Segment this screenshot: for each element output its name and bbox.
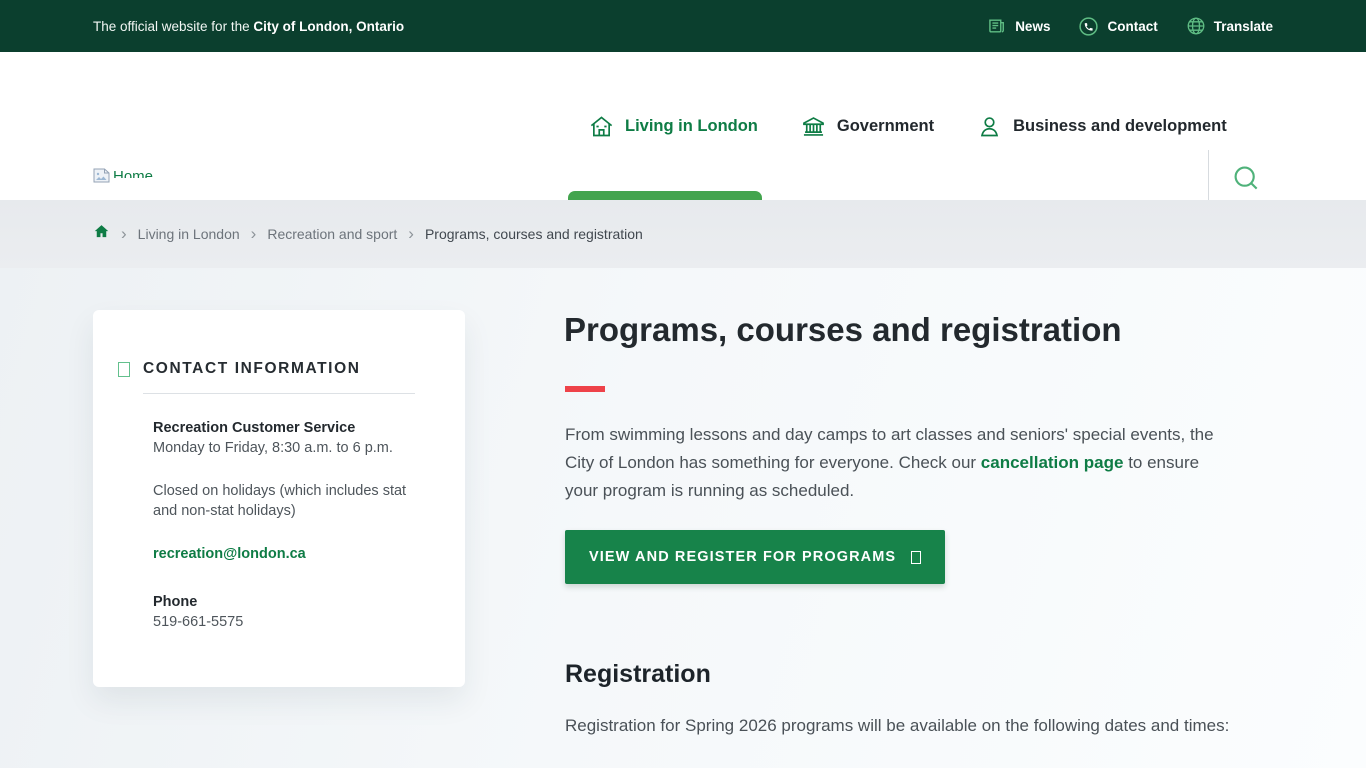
topbar-links: News Contact (987, 16, 1273, 37)
globe-icon (1186, 16, 1206, 36)
contact-card-body: Recreation Customer Service Monday to Fr… (93, 394, 465, 632)
tagline-city-name: City of London, Ontario (253, 19, 404, 34)
tagline-prefix: The official website for the (93, 19, 253, 34)
nav-label: Business and development (1013, 117, 1227, 136)
top-utility-bar: The official website for the City of Lon… (0, 0, 1366, 52)
service-name: Recreation Customer Service (153, 418, 419, 438)
contact-card-header: CONTACT INFORMATION (93, 310, 465, 378)
breadcrumb-bar: › Living in London › Recreation and spor… (0, 200, 1366, 268)
nav-item-business-and-development[interactable]: Business and development (976, 113, 1227, 140)
page: The official website for the City of Lon… (0, 0, 1366, 768)
phone-icon (1078, 16, 1099, 37)
search-button[interactable] (1227, 160, 1265, 198)
broken-image-icon (93, 168, 110, 188)
registration-heading: Registration (565, 660, 711, 689)
breadcrumb-item-current: Programs, courses and registration (425, 226, 643, 242)
closed-note: Closed on holidays (which includes stat … (153, 481, 419, 521)
contact-link[interactable]: Contact (1078, 16, 1157, 37)
news-label: News (1015, 19, 1050, 34)
chevron-right-icon: › (251, 225, 257, 242)
translate-label: Translate (1214, 19, 1273, 34)
view-and-register-button[interactable]: VIEW AND REGISTER FOR PROGRAMS (565, 530, 945, 584)
breadcrumb-item-living-in-london[interactable]: Living in London (138, 226, 240, 242)
header-divider (1208, 150, 1209, 207)
nav-label: Living in London (625, 117, 758, 136)
search-icon (1230, 162, 1262, 197)
phone-label: Phone (153, 592, 419, 612)
home-logo-link[interactable]: Home (93, 168, 153, 188)
service-hours: Monday to Friday, 8:30 a.m. to 6 p.m. (153, 438, 419, 458)
email-link[interactable]: recreation@london.ca (153, 544, 306, 564)
external-link-icon (911, 551, 921, 564)
chevron-right-icon: › (408, 225, 414, 242)
chevron-right-icon: › (121, 225, 127, 242)
nav-item-living-in-london[interactable]: Living in London (588, 113, 758, 140)
nav-item-government[interactable]: Government (800, 113, 934, 140)
cta-label: VIEW AND REGISTER FOR PROGRAMS (589, 549, 896, 565)
breadcrumb-item-recreation-and-sport[interactable]: Recreation and sport (267, 226, 397, 242)
contact-card-title: CONTACT INFORMATION (143, 360, 361, 378)
site-header: Home Living in London (0, 52, 1366, 200)
person-icon (976, 113, 1003, 140)
registration-text: Registration for Spring 2026 programs wi… (565, 713, 1265, 739)
news-icon (987, 16, 1007, 36)
logo-alt-text: Home (113, 168, 153, 178)
contact-label: Contact (1107, 19, 1157, 34)
red-accent-bar (565, 386, 605, 392)
contact-information-card: CONTACT INFORMATION Recreation Customer … (93, 310, 465, 687)
nav-label: Government (837, 117, 934, 136)
home-icon (93, 223, 110, 245)
active-nav-indicator (568, 191, 762, 200)
news-link[interactable]: News (987, 16, 1050, 36)
site-tagline: The official website for the City of Lon… (93, 19, 404, 34)
phone-number: 519-661-5575 (153, 612, 419, 632)
house-icon (588, 113, 615, 140)
breadcrumb: › Living in London › Recreation and spor… (93, 200, 643, 268)
cancellation-page-link[interactable]: cancellation page (981, 453, 1124, 472)
logo-alt-text-clip: Home (113, 168, 153, 178)
intro-paragraph: From swimming lessons and day camps to a… (565, 421, 1235, 505)
breadcrumb-home-link[interactable] (93, 223, 110, 245)
government-icon (800, 113, 827, 140)
contact-card-icon (118, 362, 130, 377)
primary-nav: Living in London Government (588, 52, 1227, 200)
page-title: Programs, courses and registration (564, 311, 1122, 349)
translate-link[interactable]: Translate (1186, 16, 1273, 36)
